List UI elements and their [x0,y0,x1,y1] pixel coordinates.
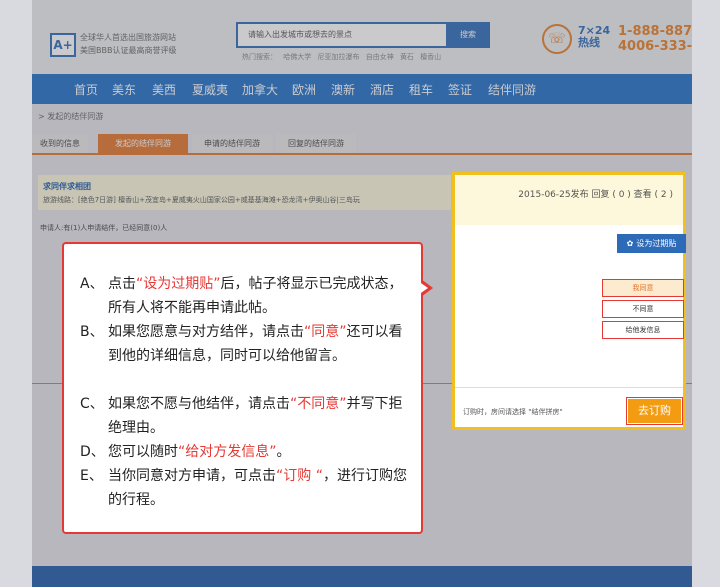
trip-title[interactable]: 求同伴求相团 [43,181,91,192]
instruction-label: B、 [80,324,104,340]
phone-numbers: 1-888-887-28 4006-333-9 [618,24,692,54]
search-button[interactable]: 搜索 [446,22,490,48]
set-expired-label: 设为过期贴 [636,239,677,248]
nav-item-us-west[interactable]: 美西 [152,81,176,98]
instruction-highlight: “给对方发信息” [178,444,277,460]
nav-item-visa[interactable]: 签证 [448,81,472,98]
disagree-button[interactable]: 不同意 [602,300,684,318]
agree-button[interactable]: 我同意 [602,279,684,297]
instruction-text-part: 当你同意对方申请，可点击 [108,468,276,484]
instruction-text-part: 您可以随时 [108,444,178,460]
instruction-label: A、 [80,276,104,292]
order-hint: 订购时，房间请选择 "结伴拼房" [463,408,563,416]
instruction-highlight: “不同意” [290,396,347,412]
instruction-text-part: 。 [276,444,291,460]
nav-item-europe[interactable]: 欧洲 [292,81,316,98]
hot-searches: 热门搜索： 哈佛大学 尼亚加拉瀑布 自由女神 黄石 檀香山 [242,52,441,62]
instruction-text: 当你同意对方申请，可点击“订购 “，进行订购您的行程。 [80,464,410,512]
nav-item-hotel[interactable]: 酒店 [370,81,394,98]
site-logo[interactable]: A+ [50,33,76,57]
breadcrumb: > 发起的结伴同游 [38,112,104,121]
nav-item-car-rental[interactable]: 租车 [409,81,433,98]
callout-pointer-fill [418,281,428,295]
order-button[interactable]: 去订购 [626,397,683,425]
hotline-text: 热线 [578,36,600,49]
phone-number-1: 1-888-887-28 [618,24,692,39]
hot-item[interactable]: 檀香山 [420,53,441,61]
tab-applied[interactable]: 申请的结伴同游 [192,134,272,153]
instruction-item-e: E、 当你同意对方申请，可点击“订购 “，进行订购您的行程。 [80,464,410,512]
highlighted-post-panel: 2015-06-25发布 回复 ( 0 ) 查看 ( 2 ) ✿ 设为过期贴 我同… [452,172,686,430]
instruction-text: 如果您不愿与他结伴，请点击“不同意”并写下拒绝理由。 [80,392,410,440]
nav-item-travel-buddy[interactable]: 结伴同游 [488,81,536,98]
slogan-line-2: 美国BBB认证最高商誉评级 [80,46,177,55]
instruction-highlight: “订购 “ [276,468,323,484]
order-button-label: 去订购 [628,399,681,423]
instruction-text-part: 如果您不愿与他结伴，请点击 [108,396,290,412]
main-nav: 首页 美东 美西 夏威夷 加拿大 欧洲 澳新 酒店 租车 签证 结伴同游 [32,74,692,104]
nav-item-hawaii[interactable]: 夏威夷 [192,81,228,98]
instruction-highlight: “同意” [304,324,347,340]
site-header: A+ 全球华人首选出国旅游网站 美国BBB认证最高商誉评级 请输入出发城市或想去… [32,0,692,74]
phone-icon: ☏ [542,24,572,54]
hotline-label: 7×24 热线 [578,25,610,49]
phone-number-2: 4006-333-9 [618,39,692,54]
hot-item[interactable]: 哈佛大学 [283,53,311,61]
tab-replied[interactable]: 回复的结伴同游 [276,134,356,153]
instruction-text-part: 点击 [108,276,136,292]
tab-initiated[interactable]: 发起的结伴同游 [98,134,188,153]
instruction-item-a: A、 点击“设为过期贴”后，帖子将显示已完成状态，所有人将不能再申请此帖。 [80,272,410,320]
hot-item[interactable]: 尼亚加拉瀑布 [317,53,359,61]
applicant-count: 申请人:有(1)人申请结伴，已经同意(0)人 [40,224,168,232]
nav-item-home[interactable]: 首页 [74,81,98,98]
instruction-highlight: “设为过期贴” [136,276,221,292]
site-footer [32,566,692,587]
panel-top: 2015-06-25发布 回复 ( 0 ) 查看 ( 2 ) [455,175,683,225]
site-slogan: 全球华人首选出国旅游网站 美国BBB认证最高商誉评级 [80,31,176,57]
nav-item-canada[interactable]: 加拿大 [242,81,278,98]
instruction-text: 点击“设为过期贴”后，帖子将显示已完成状态，所有人将不能再申请此帖。 [80,272,410,320]
instruction-text: 如果您愿意与对方结伴，请点击“同意”还可以看到他的详细信息，同时可以给他留言。 [80,320,410,368]
trip-route[interactable]: 旅游线路：[绝色7日游] 檀香山+茂宜岛+夏威夷火山国家公园+威基基海滩+恐龙湾… [43,195,360,205]
instruction-text-part: 如果您愿意与对方结伴，请点击 [108,324,304,340]
tab-bar: 收到的信息 发起的结伴同游 申请的结伴同游 回复的结伴同游 [32,134,692,155]
slogan-line-1: 全球华人首选出国旅游网站 [80,33,176,42]
nav-item-aus-nz[interactable]: 澳新 [331,81,355,98]
set-expired-button[interactable]: ✿ 设为过期贴 [617,234,686,253]
gear-icon: ✿ [626,239,634,248]
instruction-label: D、 [80,444,105,460]
instruction-callout: A、 点击“设为过期贴”后，帖子将显示已完成状态，所有人将不能再申请此帖。 B、… [62,242,423,534]
instruction-label: C、 [80,396,104,412]
instruction-item-c: C、 如果您不愿与他结伴，请点击“不同意”并写下拒绝理由。 [80,392,410,440]
trip-summary: 求同伴求相团 旅游线路：[绝色7日游] 檀香山+茂宜岛+夏威夷火山国家公园+威基… [38,175,451,210]
search-input[interactable]: 请输入出发城市或想去的景点 [236,22,462,48]
tab-received[interactable]: 收到的信息 [32,134,88,153]
hot-item[interactable]: 自由女神 [366,53,394,61]
instruction-text: 您可以随时“给对方发信息”。 [80,440,410,464]
panel-divider [455,387,683,388]
send-message-button[interactable]: 给他发信息 [602,321,684,339]
hot-label: 热门搜索： [242,53,277,61]
instruction-item-b: B、 如果您愿意与对方结伴，请点击“同意”还可以看到他的详细信息，同时可以给他留… [80,320,410,368]
instruction-label: E、 [80,468,103,484]
nav-item-us-east[interactable]: 美东 [112,81,136,98]
post-meta: 2015-06-25发布 回复 ( 0 ) 查看 ( 2 ) [518,190,673,200]
hot-item[interactable]: 黄石 [400,53,414,61]
instruction-item-d: D、 您可以随时“给对方发信息”。 [80,440,410,464]
